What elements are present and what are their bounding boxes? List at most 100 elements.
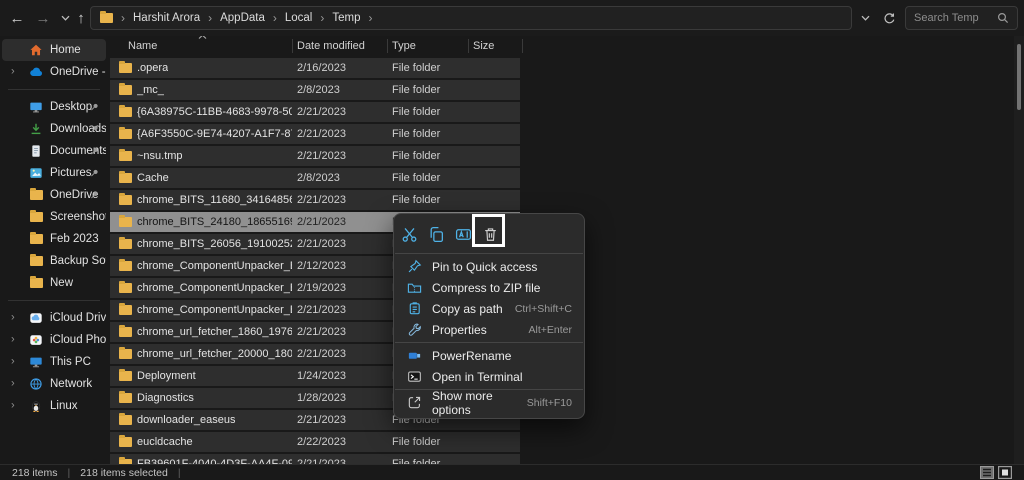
file-name: chrome_ComponentUnpacker_BeginUnzi... (137, 304, 292, 316)
menu-item-label: Compress to ZIP file (432, 281, 540, 295)
sidebar-item-feb-2023[interactable]: Feb 2023 (2, 228, 106, 250)
breadcrumb-segment[interactable]: AppData (220, 12, 265, 24)
breadcrumb-chevron-icon[interactable] (270, 11, 280, 25)
expand-chevron-icon[interactable] (11, 400, 15, 412)
item-count: 218 items (12, 467, 58, 479)
file-type: File folder (392, 62, 440, 74)
file-row[interactable]: eucldcache2/22/2023File folder (110, 432, 520, 452)
back-button[interactable] (4, 5, 30, 31)
file-name: _mc_ (137, 84, 164, 96)
menu-item-pin-to-quick-access[interactable]: Pin to Quick access (394, 256, 584, 277)
status-bar: 218 items 218 items selected (0, 464, 1024, 480)
sidebar-item-network[interactable]: Network (2, 373, 106, 395)
scrollbar-thumb[interactable] (1017, 44, 1021, 110)
file-row[interactable]: _mc_2/8/2023File folder (110, 80, 520, 100)
pin-icon (90, 103, 99, 112)
menu-item-shortcut: Alt+Enter (529, 324, 572, 336)
file-name: chrome_BITS_24180_1865516919 (137, 216, 292, 228)
column-resize-handle[interactable] (468, 39, 469, 53)
file-row[interactable]: FB39601F-4040-4D3F-AA4F-098963FCC42/21/2… (110, 454, 520, 464)
sidebar-item-icloud-photos[interactable]: iCloud Photos (2, 329, 106, 351)
icloud-photos-icon (29, 333, 43, 347)
breadcrumb-chevron-icon[interactable] (366, 11, 376, 25)
file-row[interactable]: ~nsu.tmp2/21/2023File folder (110, 146, 520, 166)
expand-chevron-icon[interactable] (11, 334, 15, 346)
sidebar-item-pictures[interactable]: Pictures (2, 162, 106, 184)
column-header-date-modified[interactable]: Date modified (297, 40, 365, 52)
sidebar-item-new[interactable]: New (2, 272, 106, 294)
search-input[interactable] (914, 12, 997, 24)
terminal-icon (406, 369, 422, 385)
file-name: downloader_easeus (137, 414, 235, 426)
home-icon (29, 43, 43, 57)
file-name: chrome_url_fetcher_1860_1976597337 (137, 326, 292, 338)
copy-as-path-icon (406, 301, 422, 317)
sidebar-item-this-pc[interactable]: This PC (2, 351, 106, 373)
folder-icon (119, 393, 132, 403)
column-resize-handle[interactable] (292, 39, 293, 53)
details-view-button[interactable] (980, 466, 994, 479)
file-name: chrome_ComponentUnpacker_BeginUnzi... (137, 282, 292, 294)
menu-item-show-more-options[interactable]: Show more options Shift+F10 (394, 392, 584, 413)
large-icons-view-button[interactable] (998, 466, 1012, 479)
menu-item-powerrename[interactable]: PowerRename (394, 345, 584, 366)
expand-chevron-icon[interactable] (11, 378, 15, 390)
sidebar-item-desktop[interactable]: Desktop (2, 96, 106, 118)
folder-icon (29, 232, 43, 246)
breadcrumb-chevron-icon[interactable] (317, 11, 327, 25)
file-row[interactable]: {6A38975C-11BB-4683-9978-5048BA00A...2/2… (110, 102, 520, 122)
sidebar-item-downloads[interactable]: Downloads (2, 118, 106, 140)
onedrive-cloud-icon (29, 65, 43, 79)
column-resize-handle[interactable] (387, 39, 388, 53)
copy-button[interactable] (423, 221, 449, 248)
file-row[interactable]: chrome_BITS_11680_3416485672/21/2023File… (110, 190, 520, 210)
sidebar-item-backup-software[interactable]: Backup Software (2, 250, 106, 272)
sidebar-item-linux[interactable]: Linux (2, 395, 106, 417)
folder-icon (119, 283, 132, 293)
search-box[interactable] (905, 6, 1018, 30)
desktop-icon (29, 100, 43, 114)
menu-item-open-in-terminal[interactable]: Open in Terminal (394, 366, 584, 387)
sidebar-item-icloud-drive[interactable]: iCloud Drive (2, 307, 106, 329)
cut-button[interactable] (396, 221, 422, 248)
folder-icon (119, 415, 132, 425)
search-icon[interactable] (997, 12, 1009, 24)
sidebar-item-onedrive-folder[interactable]: OneDrive (2, 184, 106, 206)
column-header-size[interactable]: Size (473, 40, 494, 52)
pin-icon (90, 147, 99, 156)
menu-item-compress-to-zip[interactable]: Compress to ZIP file (394, 277, 584, 298)
menu-item-label: Pin to Quick access (432, 260, 537, 274)
breadcrumb-chevron-icon[interactable] (205, 11, 215, 25)
column-resize-handle[interactable] (522, 39, 523, 53)
sidebar-item-label: Pictures (50, 167, 92, 179)
sidebar-item-screenshots[interactable]: Screenshots (2, 206, 106, 228)
pin-icon (406, 259, 422, 275)
address-dropdown-chevron-icon[interactable] (852, 5, 878, 31)
file-name: {A6F3550C-9E74-4207-A1F7-87041A253... (137, 128, 292, 140)
menu-item-copy-as-path[interactable]: Copy as path Ctrl+Shift+C (394, 298, 584, 319)
sidebar-item-onedrive-personal[interactable]: OneDrive - Persona (2, 61, 106, 83)
expand-chevron-icon[interactable] (11, 356, 15, 368)
file-date: 2/21/2023 (297, 326, 346, 338)
breadcrumb-segment[interactable]: Temp (332, 12, 360, 24)
column-header-type[interactable]: Type (392, 40, 416, 52)
sidebar-item-documents[interactable]: Documents (2, 140, 106, 162)
breadcrumb-segment[interactable]: Local (285, 12, 313, 24)
file-row[interactable]: .opera2/16/2023File folder (110, 58, 520, 78)
file-type: File folder (392, 172, 440, 184)
vertical-scrollbar[interactable] (1014, 36, 1024, 464)
refresh-icon[interactable] (876, 5, 902, 31)
address-bar[interactable]: Harshit Arora AppData Local Temp (90, 6, 852, 30)
file-row[interactable]: Cache2/8/2023File folder (110, 168, 520, 188)
expand-chevron-icon[interactable] (11, 66, 15, 78)
breadcrumb-chevron-icon (118, 11, 128, 25)
file-date: 2/21/2023 (297, 238, 346, 250)
menu-item-properties[interactable]: Properties Alt+Enter (394, 319, 584, 340)
column-header-name[interactable]: Name (128, 40, 157, 52)
breadcrumb-segment[interactable]: Harshit Arora (133, 12, 200, 24)
sidebar-item-home[interactable]: Home (2, 39, 106, 61)
menu-item-shortcut: Shift+F10 (527, 397, 572, 409)
file-row[interactable]: {A6F3550C-9E74-4207-A1F7-87041A253...2/2… (110, 124, 520, 144)
folder-icon (119, 173, 132, 183)
expand-chevron-icon[interactable] (11, 312, 15, 324)
